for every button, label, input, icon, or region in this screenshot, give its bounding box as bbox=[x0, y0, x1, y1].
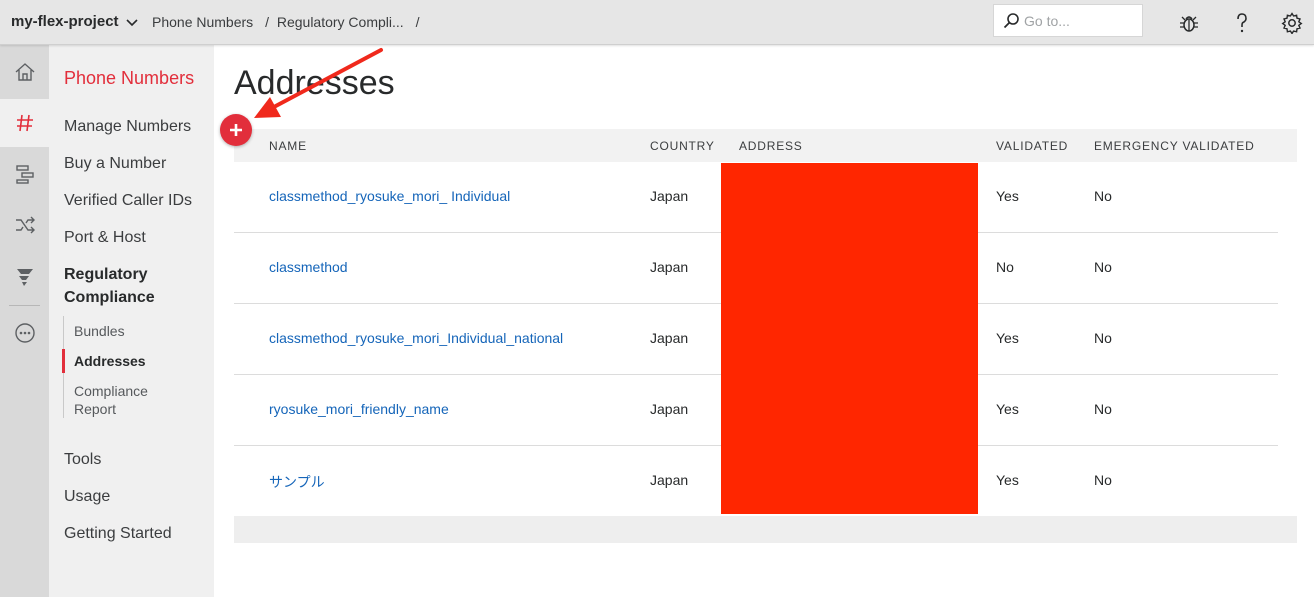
sidebar-title[interactable]: Phone Numbers bbox=[64, 68, 194, 89]
chevron-down-icon bbox=[125, 18, 138, 26]
country-cell: Japan bbox=[650, 259, 689, 275]
help-icon bbox=[1237, 13, 1247, 33]
country-cell: Japan bbox=[650, 188, 689, 204]
sidebar: Phone Numbers Manage Numbers Buy a Numbe… bbox=[49, 45, 214, 597]
column-header-name: NAME bbox=[269, 139, 307, 153]
rail-home[interactable] bbox=[0, 48, 49, 96]
submenu-item-bundles[interactable]: Bundles bbox=[64, 322, 203, 340]
top-bar: my-flex-project Phone Numbers / Regulato… bbox=[0, 0, 1314, 45]
rail-flex[interactable] bbox=[0, 252, 49, 300]
sidebar-item-port-host[interactable]: Port & Host bbox=[64, 226, 146, 249]
column-header-validated: VALIDATED bbox=[996, 139, 1069, 153]
country-cell: Japan bbox=[650, 401, 689, 417]
address-name-link[interactable]: classmethod_ryosuke_mori_Individual_nati… bbox=[269, 330, 563, 346]
emergency-validated-cell: No bbox=[1094, 472, 1112, 488]
validated-cell: Yes bbox=[996, 401, 1019, 417]
rail-divider bbox=[9, 305, 40, 306]
sidebar-item-manage-numbers[interactable]: Manage Numbers bbox=[64, 115, 191, 138]
emergency-validated-cell: No bbox=[1094, 401, 1112, 417]
column-header-emergency-validated: EMERGENCY VALIDATED bbox=[1094, 139, 1255, 153]
sidebar-item-tools[interactable]: Tools bbox=[64, 448, 101, 471]
submenu-item-label: Report bbox=[74, 401, 117, 417]
validated-cell: No bbox=[996, 259, 1014, 275]
rail-more[interactable] bbox=[0, 309, 49, 357]
breadcrumb-separator: / bbox=[415, 14, 420, 30]
bug-icon bbox=[1180, 16, 1198, 32]
emergency-validated-cell: No bbox=[1094, 259, 1112, 275]
sidebar-item-usage[interactable]: Usage bbox=[64, 485, 110, 508]
flex-icon bbox=[16, 269, 33, 286]
submenu-item-compliance-report[interactable]: Compliance Report bbox=[64, 382, 203, 418]
sidebar-item-getting-started[interactable]: Getting Started bbox=[64, 522, 172, 545]
emergency-validated-cell: No bbox=[1094, 330, 1112, 346]
rail-proxy[interactable] bbox=[0, 201, 49, 249]
column-header-country: COUNTRY bbox=[650, 139, 715, 153]
plus-icon bbox=[230, 124, 242, 136]
debugger-button[interactable] bbox=[1176, 10, 1202, 36]
validated-cell: Yes bbox=[996, 188, 1019, 204]
address-name-link[interactable]: サンプル bbox=[269, 472, 325, 492]
sidebar-item-buy-a-number[interactable]: Buy a Number bbox=[64, 152, 166, 175]
add-address-button[interactable] bbox=[220, 114, 252, 146]
address-name-link[interactable]: classmethod bbox=[269, 259, 348, 275]
project-selector[interactable]: my-flex-project bbox=[11, 13, 139, 30]
search-icon bbox=[1003, 12, 1019, 28]
submenu-item-label: Compliance bbox=[74, 383, 148, 399]
sidebar-item-label: Regulatory bbox=[64, 266, 148, 283]
gear-icon bbox=[1281, 12, 1303, 34]
help-button[interactable] bbox=[1229, 10, 1255, 36]
table-footer bbox=[234, 516, 1297, 543]
country-cell: Japan bbox=[650, 472, 689, 488]
product-rail bbox=[0, 45, 49, 597]
rail-studio[interactable] bbox=[0, 150, 49, 198]
validated-cell: Yes bbox=[996, 330, 1019, 346]
breadcrumb-phone-numbers[interactable]: Phone Numbers bbox=[152, 14, 253, 30]
project-name: my-flex-project bbox=[11, 13, 119, 30]
more-icon bbox=[14, 323, 35, 343]
submenu-item-addresses[interactable]: Addresses bbox=[62, 349, 203, 373]
table-header: NAME COUNTRY ADDRESS VALIDATED EMERGENCY… bbox=[234, 129, 1297, 162]
country-cell: Japan bbox=[650, 330, 689, 346]
hash-icon bbox=[16, 114, 33, 132]
studio-icon bbox=[15, 165, 34, 184]
sidebar-item-regulatory-compliance[interactable]: Regulatory Compliance bbox=[64, 263, 155, 309]
address-name-link[interactable]: classmethod_ryosuke_mori_ Individual bbox=[269, 188, 510, 204]
rail-phone-numbers[interactable] bbox=[0, 99, 49, 147]
search-input[interactable] bbox=[1024, 12, 1134, 29]
validated-cell: Yes bbox=[996, 472, 1019, 488]
column-header-address: ADDRESS bbox=[739, 139, 803, 153]
sidebar-item-label: Compliance bbox=[64, 289, 155, 306]
breadcrumb: Phone Numbers / Regulatory Compli... / bbox=[152, 14, 423, 30]
page-title: Addresses bbox=[234, 64, 395, 102]
regulatory-submenu: Bundles Addresses Compliance Report bbox=[62, 316, 203, 418]
breadcrumb-regulatory-compliance[interactable]: Regulatory Compli... bbox=[277, 14, 404, 30]
address-redaction-block bbox=[721, 163, 978, 514]
goto-search[interactable] bbox=[993, 4, 1143, 37]
breadcrumb-separator: / bbox=[265, 14, 269, 30]
settings-button[interactable] bbox=[1279, 10, 1305, 36]
emergency-validated-cell: No bbox=[1094, 188, 1112, 204]
sidebar-item-verified-caller-ids[interactable]: Verified Caller IDs bbox=[64, 189, 192, 212]
address-name-link[interactable]: ryosuke_mori_friendly_name bbox=[269, 401, 449, 417]
shuffle-icon bbox=[15, 216, 35, 234]
home-icon bbox=[15, 63, 34, 81]
